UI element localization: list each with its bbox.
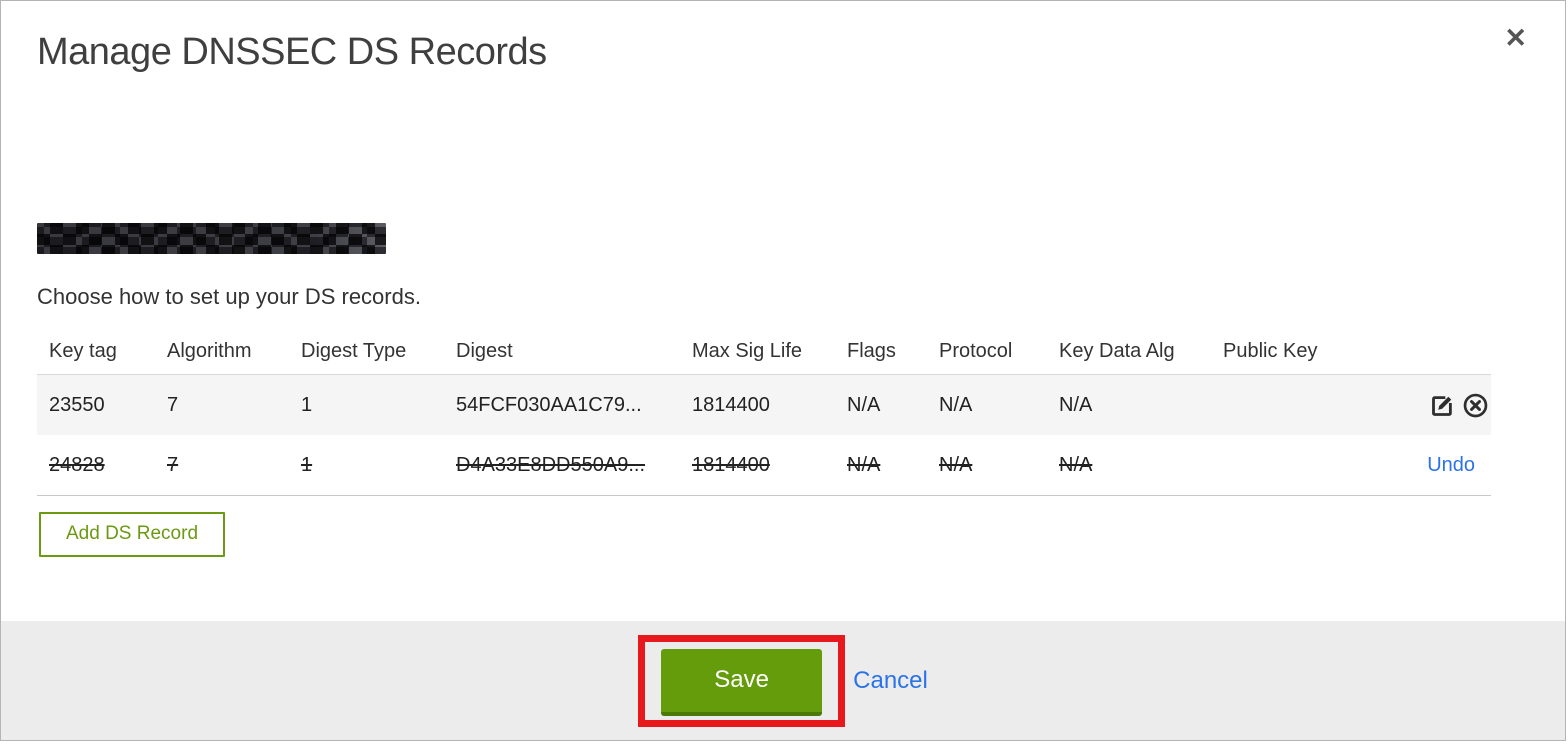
subtitle-text: Choose how to set up your DS records. — [37, 284, 421, 309]
cell-protocol: N/A — [939, 393, 973, 416]
table-header-row: Key tag Algorithm Digest Type Digest Max… — [37, 328, 1491, 374]
ds-records-table: Key tag Algorithm Digest Type Digest Max… — [37, 328, 1491, 496]
header-digest-type: Digest Type — [301, 339, 407, 362]
header-flags: Flags — [847, 339, 896, 362]
header-public-key: Public Key — [1223, 339, 1318, 362]
cell-protocol: N/A — [939, 453, 973, 476]
cell-key-data-alg: N/A — [1059, 393, 1093, 416]
cancel-link[interactable]: Cancel — [853, 667, 928, 695]
cell-key-data-alg: N/A — [1059, 453, 1093, 476]
cell-flags: N/A — [847, 453, 881, 476]
row-actions: Undo — [1409, 454, 1491, 477]
cell-digest-type: 1 — [301, 453, 313, 476]
close-icon[interactable]: ✕ — [1504, 23, 1527, 53]
header-algorithm: Algorithm — [167, 339, 252, 362]
header-protocol: Protocol — [939, 339, 1013, 362]
dnssec-modal: Manage DNSSEC DS Records ✕ Choose how to… — [0, 0, 1566, 741]
cell-key-tag: 24828 — [49, 453, 105, 476]
cell-algorithm: 7 — [167, 453, 179, 476]
cell-algorithm: 7 — [167, 393, 179, 416]
page-title: Manage DNSSEC DS Records — [37, 31, 547, 73]
header-digest: Digest — [456, 339, 513, 362]
row-actions — [1409, 392, 1491, 419]
table-row-deleted: 24828 7 1 D4A33E8DD550A9... 1814400 N/A … — [37, 435, 1491, 496]
table-row: 23550 7 1 54FCF030AA1C79... 1814400 N/A … — [37, 374, 1491, 435]
domain-name-redacted — [37, 223, 386, 254]
add-ds-record-button[interactable]: Add DS Record — [39, 512, 226, 557]
cell-max-sig-life: 1814400 — [692, 393, 770, 416]
save-button[interactable]: Save — [661, 648, 823, 716]
annotation-highlight-box: Save — [638, 634, 846, 727]
header-key-data-alg: Key Data Alg — [1059, 339, 1175, 362]
cell-digest: 54FCF030AA1C79... — [456, 393, 642, 416]
header-key-tag: Key tag — [49, 339, 117, 362]
cell-max-sig-life: 1814400 — [692, 453, 770, 476]
cell-flags: N/A — [847, 393, 881, 416]
cell-digest-type: 1 — [301, 393, 313, 416]
cell-key-tag: 23550 — [49, 393, 105, 416]
undo-link[interactable]: Undo — [1427, 454, 1489, 477]
edit-icon[interactable] — [1429, 392, 1456, 419]
header-max-sig-life: Max Sig Life — [692, 339, 803, 362]
cell-digest: D4A33E8DD550A9... — [456, 453, 646, 476]
modal-footer: Save Cancel — [1, 621, 1565, 740]
delete-circle-icon[interactable] — [1462, 392, 1489, 419]
